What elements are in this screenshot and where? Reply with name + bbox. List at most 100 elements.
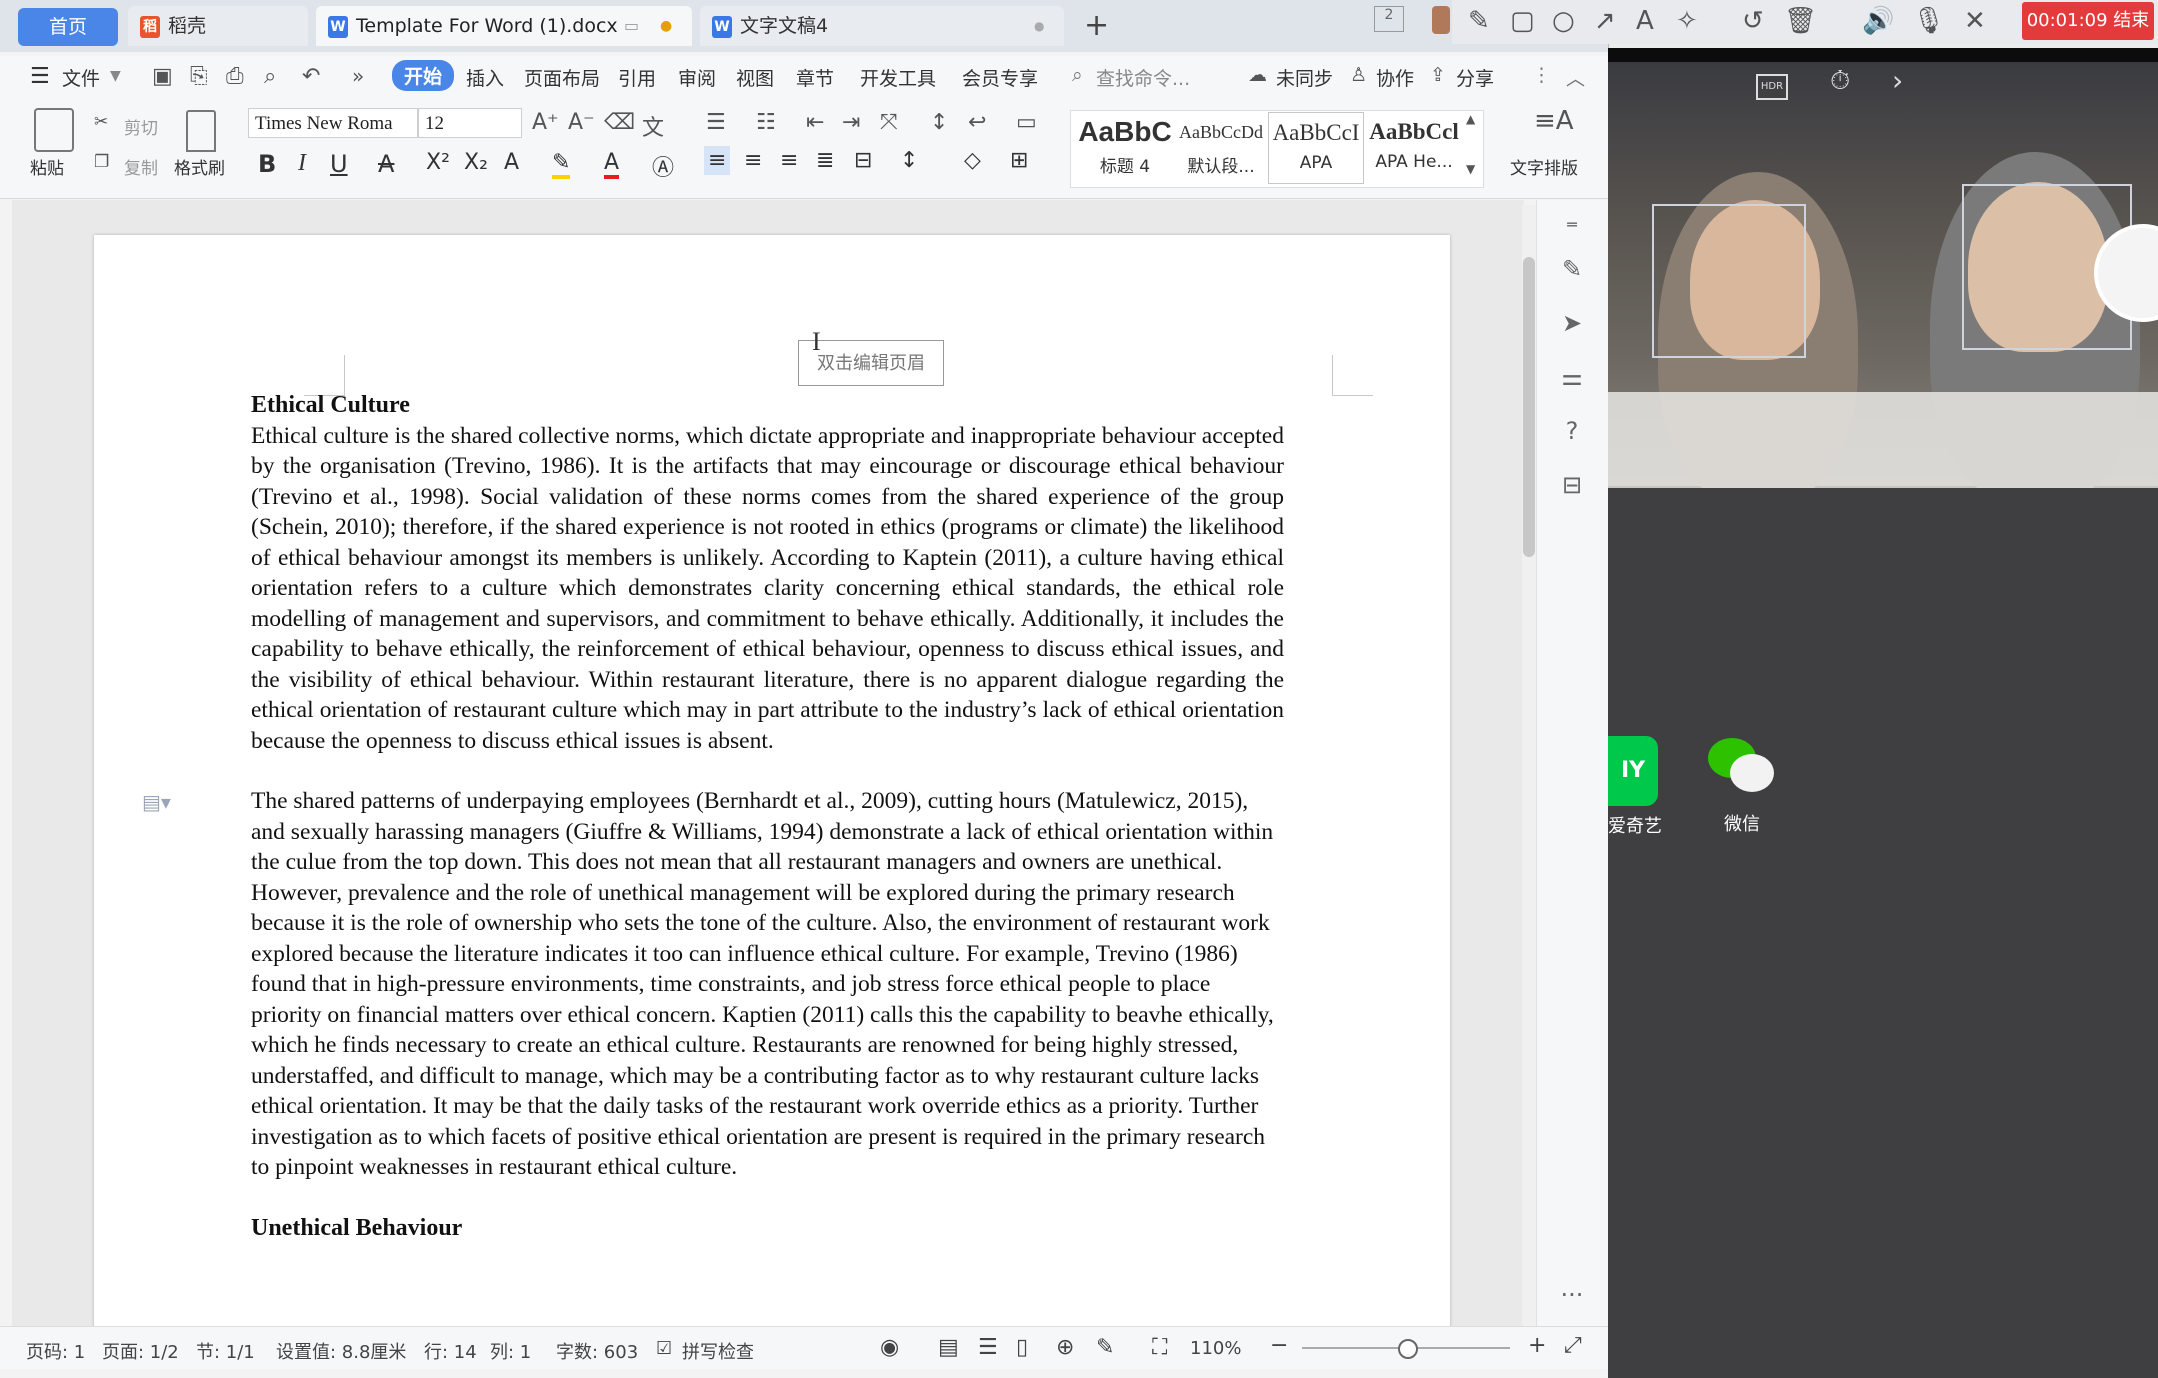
text-layout-icon[interactable]: ≡A <box>1534 106 1574 136</box>
paragraph-1[interactable]: Ethical culture is the shared collective… <box>251 421 1284 757</box>
pen-icon[interactable]: ✎ <box>1557 254 1587 284</box>
heading-unethical-behaviour[interactable]: Unethical Behaviour <box>251 1213 1284 1244</box>
numbered-list-icon[interactable]: ☷ <box>756 110 776 135</box>
timer-icon[interactable]: ⏱ <box>1830 66 1850 97</box>
scissors-icon[interactable]: ✂ <box>94 112 108 132</box>
show-marks-icon[interactable]: ↩ <box>968 110 986 135</box>
zoom-level[interactable]: 110% <box>1190 1338 1241 1359</box>
font-name-select[interactable]: Times New Roma <box>248 108 418 138</box>
copy-button[interactable]: 复制 <box>124 154 158 179</box>
style-scroll-up-icon[interactable]: ▲ <box>1466 112 1475 126</box>
italic-icon[interactable]: I <box>298 150 306 177</box>
line-spacing-icon[interactable]: ↕ <box>900 148 918 173</box>
menu-review[interactable]: 审阅 <box>678 64 716 91</box>
cut-button[interactable]: 剪切 <box>124 114 158 139</box>
shrink-font-icon[interactable]: A⁻ <box>568 110 595 135</box>
strikethrough-icon[interactable]: A <box>378 150 394 178</box>
fit-page-icon[interactable]: ⛶ <box>1152 1335 1167 1360</box>
zoom-slider-handle[interactable] <box>1398 1339 1418 1359</box>
style-heading4[interactable]: AaBbC 标题 4 <box>1074 112 1176 184</box>
scrollbar-thumb[interactable] <box>1523 257 1535 557</box>
pointer-icon[interactable]: ➤ <box>1557 308 1587 338</box>
bullet-list-icon[interactable]: ☰ <box>706 110 726 135</box>
status-word-count[interactable]: 字数: 603 <box>556 1338 638 1364</box>
window-count-icon[interactable]: 2 <box>1374 6 1404 32</box>
share-button[interactable]: 分享 <box>1456 64 1494 91</box>
tab-docer[interactable]: 稻稻壳 <box>128 6 308 46</box>
adjust-icon[interactable]: ⚌ <box>1557 362 1587 392</box>
paste-button[interactable]: 粘贴 <box>30 154 64 179</box>
style-more-icon[interactable]: ▼ <box>1466 162 1475 176</box>
spell-check-button[interactable]: 拼写检查 <box>682 1338 754 1364</box>
char-border-icon[interactable]: Ⓐ <box>652 150 674 182</box>
menu-file[interactable]: 文件 <box>62 64 100 91</box>
chinese-layout-icon[interactable]: ⤧ <box>880 110 898 135</box>
text-layout-button[interactable]: 文字排版 <box>1510 154 1578 179</box>
menu-page-layout[interactable]: 页面布局 <box>524 64 600 91</box>
paragraph-2[interactable]: The shared patterns of underpaying emplo… <box>251 786 1284 1183</box>
pencil-icon[interactable]: ✎ <box>1468 6 1490 36</box>
rectangle-icon[interactable]: ▢ <box>1510 6 1535 36</box>
more-vertical-icon[interactable]: ⋮ <box>1532 64 1551 86</box>
underline-icon[interactable]: U <box>330 150 348 178</box>
document-area[interactable]: 双击编辑页眉 I ▤▾ Ethical Culture Ethical cult… <box>12 200 1524 1326</box>
font-size-select[interactable]: 12 <box>418 108 522 138</box>
menu-section[interactable]: 章节 <box>796 64 834 91</box>
menu-references[interactable]: 引用 <box>618 64 656 91</box>
status-page[interactable]: 页面: 1/2 <box>102 1338 179 1364</box>
save-icon[interactable]: ▣ <box>152 64 173 89</box>
chevron-down-icon[interactable]: ▼ <box>110 68 121 84</box>
status-section[interactable]: 节: 1/1 <box>196 1338 255 1364</box>
hamburger-icon[interactable]: ☰ <box>30 64 50 89</box>
style-apa[interactable]: AaBbCcI APA <box>1268 112 1364 184</box>
export-icon[interactable]: ⎘ <box>190 64 208 89</box>
tab-home[interactable]: 首页 <box>18 8 118 46</box>
shading-icon[interactable]: ◇ <box>964 148 981 173</box>
increase-indent-icon[interactable]: ⇥ <box>842 110 860 135</box>
collaborate-button[interactable]: 协作 <box>1376 64 1414 91</box>
status-col[interactable]: 列: 1 <box>490 1338 531 1364</box>
desktop-icon-wechat[interactable]: 微信 <box>1692 736 1792 836</box>
text-tool-icon[interactable]: A <box>1636 6 1654 36</box>
search-icon[interactable]: ⌕ <box>1072 64 1083 86</box>
document-body[interactable]: Ethical Culture Ethical culture is the s… <box>251 390 1284 1243</box>
menu-developer[interactable]: 开发工具 <box>860 64 936 91</box>
superscript-icon[interactable]: X² <box>426 150 450 175</box>
menu-start[interactable]: 开始 <box>392 60 455 91</box>
decrease-indent-icon[interactable]: ⇤ <box>806 110 824 135</box>
menu-member[interactable]: 会员专享 <box>962 64 1038 91</box>
web-view-icon[interactable]: ⊕ <box>1056 1335 1074 1360</box>
desktop-icon-iqiyi[interactable]: IY 爱奇艺 <box>1608 736 1662 838</box>
tab-doc4[interactable]: W 文字文稿4 ● <box>700 6 1064 46</box>
new-tab-button[interactable]: + <box>1084 8 1109 43</box>
style-default[interactable]: AaBbCcDd 默认段... <box>1172 112 1270 184</box>
trash-icon[interactable]: 🗑 <box>1784 6 1817 36</box>
align-left-icon[interactable]: ≡ <box>704 146 731 175</box>
more-icon[interactable]: » <box>352 64 364 88</box>
copy-icon[interactable]: ❐ <box>94 152 109 172</box>
command-search-input[interactable]: 查找命令... <box>1096 64 1190 91</box>
paragraph-menu-icon[interactable]: ▤▾ <box>142 790 171 814</box>
close-dot-icon[interactable]: ● <box>1034 6 1044 46</box>
menu-view[interactable]: 视图 <box>736 64 774 91</box>
fullscreen-icon[interactable]: ⤢ <box>1564 1333 1582 1358</box>
more-horizontal-icon[interactable]: ··· <box>1557 1280 1587 1310</box>
align-right-icon[interactable]: ≡ <box>780 148 798 173</box>
speaker-icon[interactable]: 🔊 <box>1862 6 1894 36</box>
checkbox-icon[interactable]: ☑ <box>656 1338 672 1359</box>
read-view-icon[interactable]: ▯ <box>1016 1335 1028 1360</box>
font-color-icon[interactable]: A <box>604 150 620 179</box>
sort-icon[interactable]: ↕ <box>930 110 948 135</box>
hdr-icon[interactable]: HDR <box>1756 74 1788 100</box>
phonetic-icon[interactable]: 文 <box>642 110 664 142</box>
edit-view-icon[interactable]: ✎ <box>1096 1335 1114 1360</box>
collapse-ribbon-icon[interactable]: ︿ <box>1566 64 1585 91</box>
format-painter-button[interactable]: 格式刷 <box>174 154 225 179</box>
outline-view-icon[interactable]: ☰ <box>978 1335 998 1360</box>
avatar[interactable] <box>1432 6 1450 34</box>
heading-ethical-culture[interactable]: Ethical Culture <box>251 390 1284 421</box>
align-center-icon[interactable]: ≡ <box>744 148 762 173</box>
eye-protect-icon[interactable]: ◉ <box>880 1335 899 1360</box>
format-painter-icon[interactable] <box>186 110 216 152</box>
vertical-scrollbar[interactable] <box>1522 205 1536 1325</box>
